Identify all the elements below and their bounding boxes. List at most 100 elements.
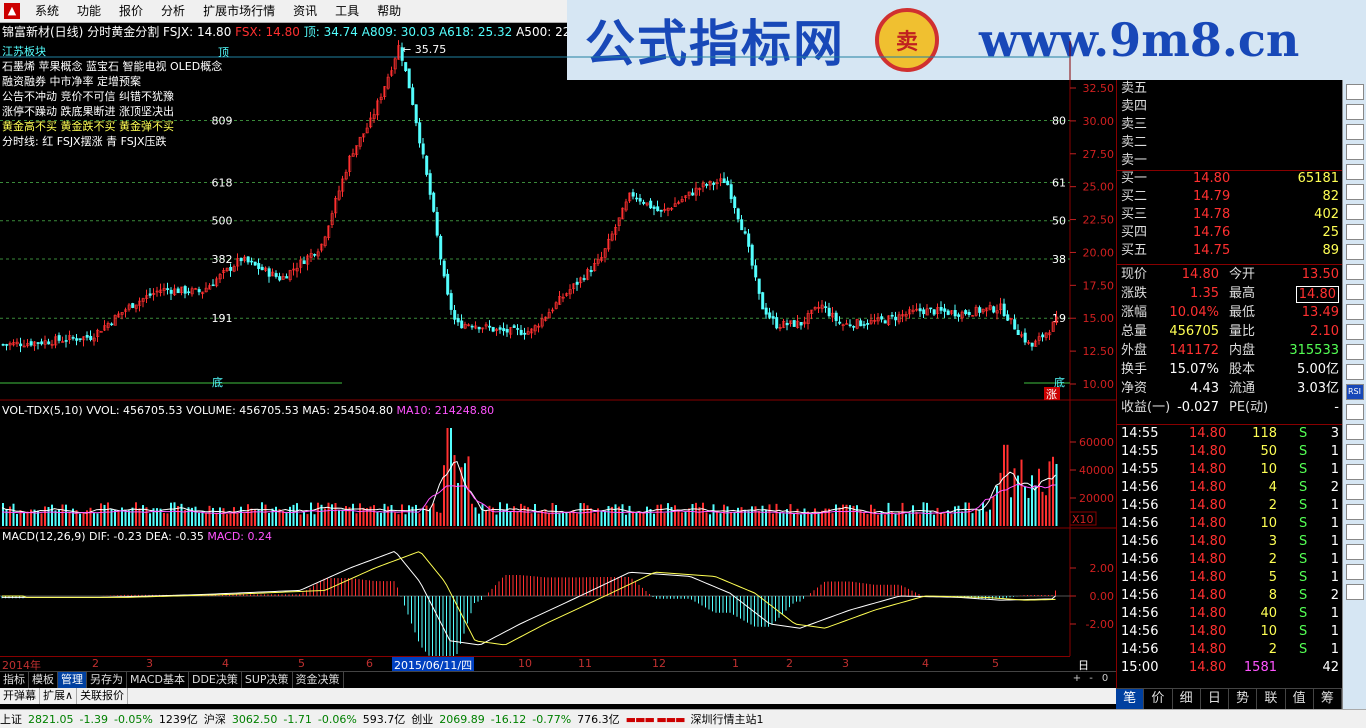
volume-bar <box>394 512 396 526</box>
tab-dde[interactable]: DDE决策 <box>189 672 242 688</box>
quote-tab[interactable]: 笔 <box>1116 689 1145 709</box>
volume-bar <box>58 509 60 526</box>
quote-label: 换手 <box>1121 362 1148 377</box>
quote-tab[interactable]: 细 <box>1173 689 1201 709</box>
volume-bar <box>793 512 795 526</box>
tab-manage[interactable]: 管理 <box>58 672 87 688</box>
volume-bar <box>44 506 46 526</box>
tool-button-icon[interactable] <box>1345 444 1364 460</box>
tool-button-icon[interactable] <box>1345 584 1364 600</box>
tick-time: 14:55 <box>1121 462 1159 477</box>
candle-body <box>246 256 250 263</box>
volume-bar <box>478 513 480 526</box>
tab-sup[interactable]: SUP决策 <box>242 672 293 688</box>
tool-button-icon[interactable] <box>1345 104 1364 120</box>
ask-row[interactable]: 卖三 <box>1117 116 1343 134</box>
volume-bar <box>730 512 732 526</box>
tick-time: 14:56 <box>1121 480 1159 495</box>
tool-button-icon[interactable] <box>1345 304 1364 320</box>
tool-button-icon[interactable] <box>1345 204 1364 220</box>
ask-row[interactable]: 卖五 <box>1117 80 1343 98</box>
volume-bar <box>54 510 57 526</box>
tool-button-icon[interactable] <box>1345 84 1364 100</box>
bid-row[interactable]: 买二 14.79 82 <box>1117 188 1343 206</box>
tool-button-icon[interactable] <box>1345 464 1364 480</box>
candle-body <box>705 183 709 186</box>
ask-row[interactable]: 卖二 <box>1117 134 1343 152</box>
candle-body <box>5 344 9 346</box>
tool-button-icon[interactable] <box>1345 344 1364 360</box>
rsi-button[interactable]: RSI <box>1345 384 1364 400</box>
bid-row[interactable]: 买一 14.80 65181 <box>1117 170 1343 188</box>
quote-value: 14.80 <box>1181 267 1219 282</box>
tab-macd-basic[interactable]: MACD基本 <box>127 672 189 688</box>
tool-button-icon[interactable] <box>1345 564 1364 580</box>
tick-volume: 4 <box>1268 480 1277 495</box>
tick-row: 14:56 14.80 2 S 1 <box>1117 497 1343 515</box>
tool-button-icon[interactable] <box>1345 184 1364 200</box>
candle-body <box>652 206 656 209</box>
candle-body <box>764 307 768 315</box>
tool-button-icon[interactable] <box>1345 544 1364 560</box>
tool-button-icon[interactable] <box>1345 284 1364 300</box>
tool-button-icon[interactable] <box>1345 164 1364 180</box>
tick-row: 14:56 14.80 2 S 1 <box>1117 551 1343 569</box>
tool-button-icon[interactable] <box>1345 144 1364 160</box>
tool-button-icon[interactable] <box>1345 404 1364 420</box>
bid-row[interactable]: 买四 14.76 25 <box>1117 224 1343 242</box>
tool-button-icon[interactable] <box>1345 224 1364 240</box>
tab-indicator[interactable]: 指标 <box>0 672 29 688</box>
quote-label: 涨幅 <box>1121 305 1148 320</box>
tick-time: 14:56 <box>1121 588 1159 603</box>
zoom-in-button[interactable]: + <box>1070 671 1084 687</box>
quote-tab[interactable]: 值 <box>1286 689 1314 709</box>
tool-button-icon[interactable] <box>1345 524 1364 540</box>
quote-tab[interactable]: 势 <box>1229 689 1258 709</box>
danmu-button[interactable]: 开弹幕 <box>0 688 40 704</box>
quote-tab[interactable]: 联 <box>1257 689 1286 709</box>
volume-bar <box>429 508 431 526</box>
reset-button[interactable]: 0 <box>1098 671 1112 687</box>
tick-side: S <box>1299 462 1308 477</box>
volume-bar <box>530 513 533 526</box>
tab-save-as[interactable]: 另存为 <box>87 672 127 688</box>
quote-tab[interactable]: 筹 <box>1314 689 1342 709</box>
ask-row[interactable]: 卖一 <box>1117 152 1343 170</box>
volume-bar <box>1055 463 1058 526</box>
tool-button-icon[interactable] <box>1345 264 1364 280</box>
tab-template[interactable]: 模板 <box>29 672 58 688</box>
tool-button-icon[interactable] <box>1345 244 1364 260</box>
zoom-out-button[interactable]: - <box>1084 671 1098 687</box>
volume-bar <box>285 511 288 526</box>
tab-fund[interactable]: 资金决策 <box>293 672 344 688</box>
volume-bar <box>562 512 564 526</box>
server-name[interactable]: 深圳行情主站1 <box>691 711 764 727</box>
note-line: 黄金高不买 黄金跌不买 黄金弹不买 <box>2 120 174 133</box>
note-line: 涨停不躁动 跌底果断进 涨顶坚决出 <box>2 105 174 118</box>
quote-tab[interactable]: 日 <box>1201 689 1229 709</box>
tool-button-icon[interactable] <box>1345 324 1364 340</box>
ask-row[interactable]: 卖四 <box>1117 98 1343 116</box>
volume-bar <box>835 504 837 526</box>
tool-button-icon[interactable] <box>1345 484 1364 500</box>
tool-button-icon[interactable] <box>1345 424 1364 440</box>
candle-body <box>771 316 775 319</box>
candle-body <box>449 293 453 310</box>
price-axis-label: 10.00 <box>1083 378 1115 391</box>
volume-bar <box>873 508 876 526</box>
dea-line <box>2 551 1056 646</box>
volume-bar <box>866 514 869 526</box>
volume-bar <box>236 512 239 526</box>
expand-button[interactable]: 扩展∧ <box>40 688 78 704</box>
tick-price: 14.80 <box>1189 570 1227 585</box>
bid-row[interactable]: 买五 14.75 89 <box>1117 242 1343 260</box>
tool-button-icon[interactable] <box>1345 124 1364 140</box>
bid-row[interactable]: 买三 14.78 402 <box>1117 206 1343 224</box>
volume-bar <box>93 513 95 526</box>
tool-button-icon[interactable] <box>1345 504 1364 520</box>
volume-bar <box>1038 468 1040 526</box>
quote-tab[interactable]: 价 <box>1144 689 1173 709</box>
related-quote-button[interactable]: 关联报价 <box>77 688 129 704</box>
candle-body <box>733 196 737 209</box>
tool-button-icon[interactable] <box>1345 364 1364 380</box>
